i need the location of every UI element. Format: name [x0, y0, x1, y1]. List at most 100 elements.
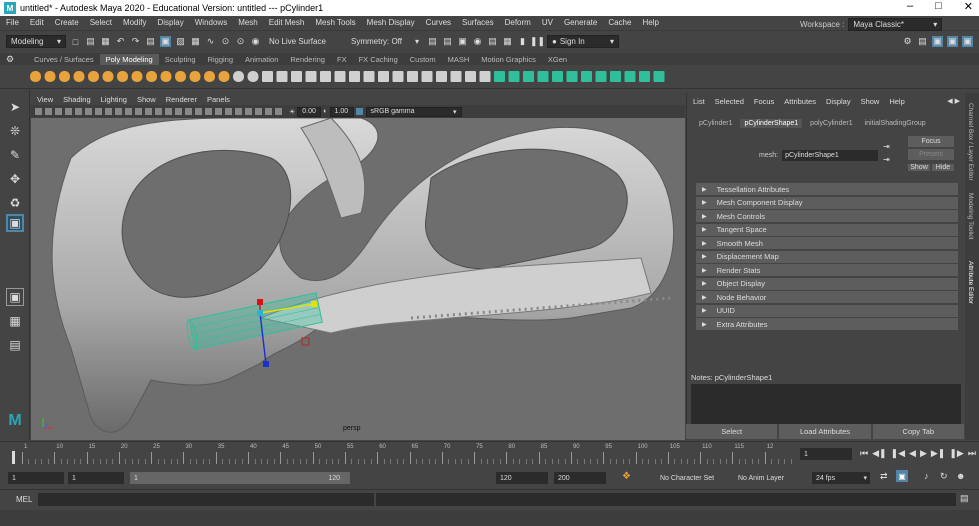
safe-action-icon[interactable] [125, 108, 132, 115]
ae-menu-focus[interactable]: Focus [754, 97, 774, 106]
layout-icon[interactable] [595, 70, 607, 82]
color-space-dropdown[interactable]: sRGB gamma ▾ [365, 106, 462, 117]
side-tab-attribute-editor[interactable]: Attribute Editor [967, 261, 974, 304]
shadows-icon[interactable] [195, 108, 202, 115]
menu-surfaces[interactable]: Surfaces [462, 18, 494, 27]
step-forward-frame-icon[interactable]: ▶❚ [931, 448, 945, 459]
shelf-tab-poly-modeling[interactable]: Poly Modeling [99, 54, 159, 65]
go-to-end-icon[interactable]: ⏭ [968, 448, 976, 459]
select-tool-icon[interactable]: ➤ [6, 98, 24, 116]
current-frame-field[interactable]: 1 [800, 448, 852, 460]
menu-cache[interactable]: Cache [608, 18, 631, 27]
redo-icon[interactable]: ↷ [130, 36, 141, 47]
loop-icon[interactable]: ⇄ [880, 471, 888, 482]
section-tangent-space[interactable]: ▶ Tangent Space [696, 223, 958, 236]
menu-display[interactable]: Display [158, 18, 184, 27]
lighting-icon[interactable] [185, 108, 192, 115]
close-icon[interactable]: ✕ [964, 0, 973, 13]
focus-button[interactable]: Focus [908, 136, 954, 147]
section-object-display[interactable]: ▶ Object Display [696, 277, 958, 290]
boolean-icon[interactable] [291, 70, 302, 82]
bevel-icon[interactable] [378, 70, 389, 82]
range-bar[interactable]: 1 120 [130, 472, 350, 484]
menu-mesh-tools[interactable]: Mesh Tools [315, 18, 355, 27]
connect-icon[interactable] [450, 70, 462, 82]
settings-icon[interactable]: ⚙ [902, 36, 913, 47]
two-view-layout-icon[interactable]: ▤ [6, 336, 24, 354]
append-icon[interactable] [407, 70, 418, 82]
smooth-shade-icon[interactable] [155, 108, 162, 115]
grid-icon[interactable] [75, 108, 82, 115]
ambient-occlusion-icon[interactable] [205, 108, 212, 115]
ae-menu-list[interactable]: List [693, 97, 705, 106]
xray-icon[interactable] [255, 108, 262, 115]
panel-toggle-icon[interactable]: ▣ [962, 36, 973, 47]
menu-create[interactable]: Create [55, 18, 79, 27]
viewport-menu-shading[interactable]: Shading [63, 95, 91, 104]
render-ipr-icon[interactable]: ▤ [442, 36, 453, 47]
move-tool-icon[interactable]: ✥ [6, 170, 24, 188]
grid-icon[interactable] [610, 70, 621, 82]
live-surface-field[interactable]: No Live Surface [265, 35, 343, 48]
gamma-field[interactable]: 1.00 [329, 106, 354, 117]
section-tessellation-attributes[interactable]: ▶ Tessellation Attributes [696, 183, 958, 195]
ae-menu-selected[interactable]: Selected [715, 97, 744, 106]
shelf-tab-motion-graphics[interactable]: Motion Graphics [475, 54, 542, 65]
soccer-icon[interactable] [189, 70, 201, 82]
sign-in-dropdown[interactable]: ● Sign In ▾ [547, 35, 619, 48]
open-scene-icon[interactable]: ▤ [85, 36, 96, 47]
menu-modify[interactable]: Modify [123, 18, 147, 27]
shelf-tab-rigging[interactable]: Rigging [202, 54, 239, 65]
playblast-icon[interactable]: ▮ [517, 36, 528, 47]
symmetry-dropdown[interactable]: Symmetry: Off ▾ [347, 35, 423, 48]
textured-icon[interactable] [175, 108, 182, 115]
shelf-tab-sculpting[interactable]: Sculpting [159, 54, 202, 65]
minimize-icon[interactable]: – [907, 0, 913, 13]
section-render-stats[interactable]: ▶ Render Stats [696, 264, 958, 276]
presets-button[interactable]: Presets [908, 149, 954, 160]
shelf-tab-rendering[interactable]: Rendering [284, 54, 331, 65]
menu-edit[interactable]: Edit [30, 18, 44, 27]
anti-alias-icon[interactable] [225, 108, 232, 115]
menu-uv[interactable]: UV [542, 18, 553, 27]
pause-icon[interactable]: ❚❚ [530, 36, 545, 47]
automatic-icon[interactable] [537, 70, 549, 82]
go-to-start-icon[interactable]: ⏮ [860, 448, 868, 459]
mel-input[interactable] [38, 493, 374, 506]
disc-icon[interactable] [117, 70, 128, 82]
section-uuid[interactable]: ▶ UUID [696, 304, 958, 317]
snap-curve-icon[interactable]: ∿ [205, 36, 216, 47]
character-icon[interactable]: ☻ [956, 471, 965, 481]
motion-blur-icon[interactable] [215, 108, 222, 115]
node-tab-polycylinder1[interactable]: polyCylinder1 [806, 119, 856, 128]
offset-loop-icon[interactable] [479, 70, 491, 82]
extrude-icon[interactable] [363, 70, 375, 82]
isolate-icon[interactable] [245, 108, 252, 115]
current-time-marker[interactable] [12, 451, 15, 464]
workspace-dropdown[interactable]: Maya Classic* ▾ [848, 18, 943, 31]
section-mesh-controls[interactable]: ▶ Mesh Controls [696, 210, 958, 222]
extract-icon[interactable] [305, 70, 317, 82]
menu-deform[interactable]: Deform [505, 18, 531, 27]
ae-menu-attributes[interactable]: Attributes [784, 97, 816, 106]
undo-icon[interactable]: ↶ [115, 36, 126, 47]
camera-icon[interactable] [45, 108, 52, 115]
scene-start-field[interactable]: 1 [8, 472, 64, 484]
shelf-tab-fx[interactable]: FX [331, 54, 353, 65]
viewport-menu-renderer[interactable]: Renderer [166, 95, 197, 104]
scene-end-field[interactable]: 200 [554, 472, 606, 484]
time-ruler[interactable]: 1 10 15 20 25 30 35 40 45 50 55 60 65 70 75 80 85 90 95 100… [20, 442, 795, 466]
menu-curves[interactable]: Curves [426, 18, 451, 27]
text-icon[interactable] [218, 70, 230, 82]
field-chart-icon[interactable] [115, 108, 122, 115]
viewport-menu-panels[interactable]: Panels [207, 95, 230, 104]
sound-icon[interactable]: ♪ [924, 471, 929, 481]
tab-scroll-arrows[interactable]: ◀ ▶ [947, 97, 960, 105]
mel-label[interactable]: MEL [16, 495, 32, 504]
layout-icon[interactable]: ▤ [917, 36, 928, 47]
shelf-tab-xgen[interactable]: XGen [542, 54, 573, 65]
side-tab-modeling-toolkit[interactable]: Modeling Toolkit [967, 193, 974, 240]
render-view-icon[interactable]: ▦ [502, 36, 513, 47]
menu-generate[interactable]: Generate [564, 18, 597, 27]
character-set-dropdown[interactable]: No Character Set [656, 472, 726, 484]
